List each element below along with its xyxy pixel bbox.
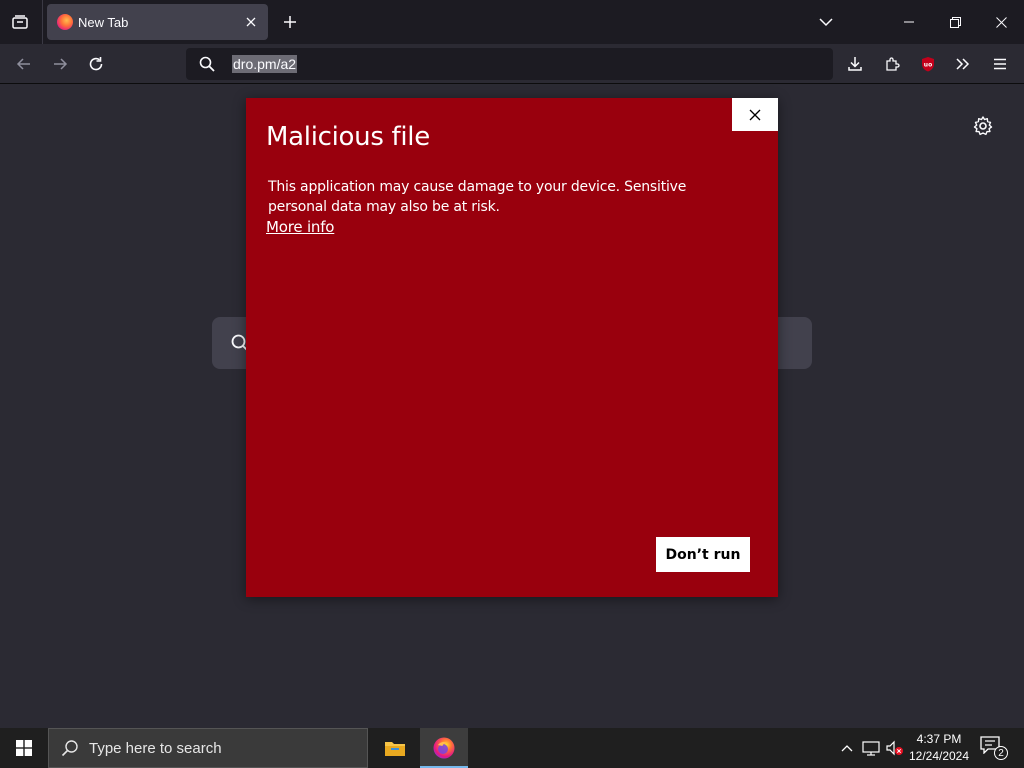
reload-icon (89, 57, 103, 71)
forward-icon (54, 58, 68, 70)
malicious-file-dialog: Malicious file This application may caus… (246, 98, 778, 597)
taskbar-firefox[interactable] (420, 728, 468, 768)
downloads-button[interactable] (839, 48, 871, 80)
ublock-icon: uo (922, 57, 934, 72)
close-icon (246, 17, 256, 27)
windows-icon (16, 740, 32, 756)
action-center-button[interactable]: 2 (980, 736, 1008, 760)
notification-count-badge: 2 (994, 746, 1008, 760)
dialog-message: This application may cause damage to you… (268, 179, 687, 215)
url-text[interactable]: dro.pm/a2 (232, 55, 298, 73)
firefox-favicon-icon (57, 14, 73, 30)
network-icon (862, 741, 880, 756)
search-icon (199, 56, 215, 72)
back-icon (16, 58, 30, 70)
network-button[interactable] (862, 738, 880, 758)
minimize-button[interactable] (886, 0, 932, 44)
tab-separator (42, 0, 43, 44)
taskbar-clock[interactable]: 4:37 PM 12/24/2024 (904, 731, 974, 765)
back-button[interactable] (8, 48, 40, 80)
more-info-link[interactable]: More info (266, 218, 334, 236)
file-explorer-icon (385, 742, 405, 756)
extensions-button[interactable] (876, 48, 908, 80)
minimize-icon (904, 21, 914, 23)
ublock-origin-button[interactable]: uo (912, 48, 944, 80)
dont-run-button[interactable]: Don’t run (656, 537, 750, 572)
taskbar-search-placeholder: Type here to search (89, 740, 222, 757)
download-icon (848, 57, 862, 71)
svg-text:uo: uo (924, 62, 932, 69)
tab-list-button[interactable] (4, 6, 36, 38)
reload-button[interactable] (80, 48, 112, 80)
chevron-down-icon (819, 18, 833, 27)
plus-icon (284, 16, 296, 28)
window-close-button[interactable] (978, 0, 1024, 44)
dialog-title: Malicious file (266, 122, 430, 152)
show-hidden-icons-button[interactable] (838, 738, 856, 758)
taskbar-search-box[interactable]: Type here to search (48, 728, 368, 768)
restore-icon (949, 16, 961, 28)
volume-button[interactable] (886, 738, 904, 758)
search-icon (61, 740, 78, 757)
navigation-toolbar: dro.pm/a2 uo (0, 44, 1024, 84)
new-tab-button[interactable] (276, 8, 304, 36)
clock-date: 12/24/2024 (908, 749, 970, 763)
dialog-close-button[interactable] (732, 98, 778, 131)
tab-new-tab[interactable]: New Tab (47, 4, 268, 40)
windows-taskbar: Type here to search 4:37 PM 12/24/2024 2 (0, 728, 1024, 768)
clock-time: 4:37 PM (916, 732, 962, 746)
close-icon (995, 16, 1007, 28)
forward-button[interactable] (44, 48, 76, 80)
address-bar[interactable]: dro.pm/a2 (186, 48, 833, 80)
app-menu-button[interactable] (984, 48, 1016, 80)
more-tools-button[interactable] (947, 48, 979, 80)
start-button[interactable] (0, 728, 48, 768)
tab-title: New Tab (78, 14, 129, 30)
tab-strip: New Tab (0, 0, 1024, 44)
extensions-icon (886, 57, 900, 71)
tab-list-icon (12, 15, 28, 29)
overflow-icon (956, 58, 970, 70)
volume-muted-icon (886, 740, 903, 756)
list-all-tabs-button[interactable] (814, 10, 838, 34)
close-icon (749, 109, 761, 120)
restore-button[interactable] (932, 0, 978, 44)
chevron-up-icon (841, 745, 853, 752)
menu-icon (994, 58, 1006, 70)
tab-close-button[interactable] (242, 13, 260, 31)
firefox-icon (433, 737, 455, 759)
taskbar-file-explorer[interactable] (371, 728, 419, 768)
gear-icon[interactable] (972, 115, 994, 137)
